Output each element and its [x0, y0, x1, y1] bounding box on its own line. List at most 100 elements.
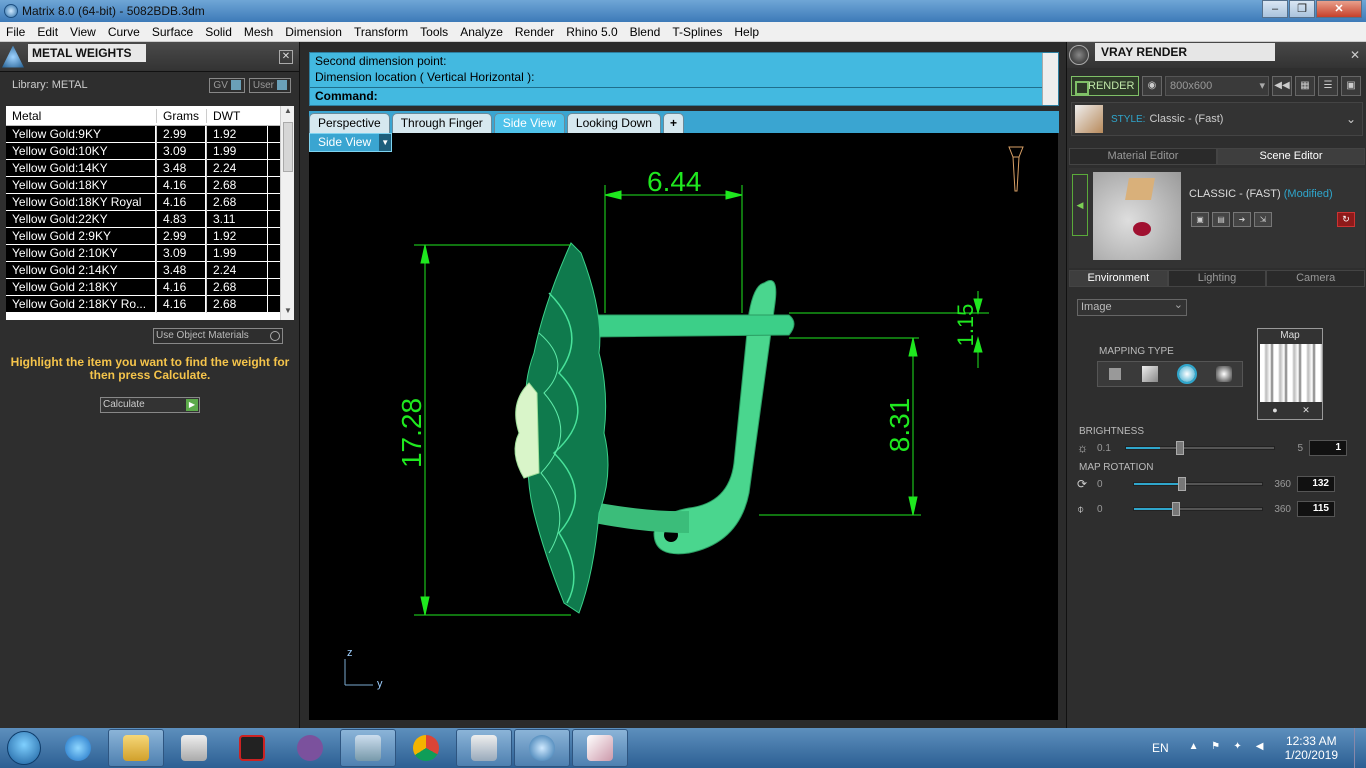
control-panel-icon[interactable] [340, 729, 396, 767]
settings-icon[interactable]: ▦ [1295, 76, 1315, 96]
close-button[interactable]: ✕ [1316, 0, 1362, 18]
tab-perspective[interactable]: Perspective [309, 113, 390, 133]
rewind-icon[interactable]: ◀◀ [1272, 76, 1292, 96]
menu-mesh[interactable]: Mesh [238, 25, 279, 39]
rhino-icon[interactable] [456, 729, 512, 767]
maximize-button[interactable]: ❐ [1289, 0, 1315, 18]
table-row[interactable]: Yellow Gold:14KY 3.48 2.24 [6, 159, 294, 177]
menu-curve[interactable]: Curve [102, 25, 146, 39]
tab-through-finger[interactable]: Through Finger [391, 113, 492, 133]
scroll-thumb[interactable] [283, 122, 293, 172]
import-icon[interactable]: ⇲ [1254, 212, 1272, 227]
panel-close-icon[interactable]: ✕ [279, 49, 293, 64]
planar-icon[interactable] [1108, 368, 1121, 380]
sphere-icon[interactable] [1176, 364, 1197, 384]
clock[interactable]: 12:33 AM 1/20/2019 [1285, 734, 1338, 762]
menu-rhino[interactable]: Rhino 5.0 [560, 25, 623, 39]
reset-icon[interactable]: ↻ [1337, 212, 1355, 227]
volume-icon[interactable]: ◀ [1253, 741, 1267, 755]
add-tab-icon[interactable]: + [662, 113, 684, 133]
garena-icon[interactable] [224, 729, 280, 767]
scroll-down-icon[interactable]: ▼ [281, 306, 294, 320]
menu-edit[interactable]: Edit [31, 25, 64, 39]
matrix-icon[interactable] [514, 729, 570, 767]
rotation-slider-1[interactable]: ⟳ 0 360 132 [1077, 476, 1357, 492]
col-grams[interactable]: Grams [156, 108, 206, 123]
paint-icon[interactable] [572, 729, 628, 767]
gv-toggle[interactable]: GV [209, 77, 245, 93]
save-icon[interactable]: ▣ [1191, 212, 1209, 227]
color-icon[interactable]: ● [1272, 405, 1277, 418]
menu-solid[interactable]: Solid [199, 25, 238, 39]
user-toggle[interactable]: User [248, 77, 291, 93]
tab-looking-down[interactable]: Looking Down [566, 113, 661, 133]
menu-tools[interactable]: Tools [414, 25, 454, 39]
menu-view[interactable]: View [64, 25, 102, 39]
ie-icon[interactable] [50, 729, 106, 767]
menu-render[interactable]: Render [509, 25, 560, 39]
rotation-slider-2[interactable]: ⌽ 0 360 115 [1077, 501, 1357, 517]
table-scrollbar[interactable]: ▲ ▼ [280, 106, 294, 320]
menu-blend[interactable]: Blend [624, 25, 667, 39]
resolution-select[interactable]: 800x600 [1165, 76, 1269, 96]
use-object-materials-option[interactable]: Use Object Materials [153, 328, 283, 344]
menu-analyze[interactable]: Analyze [454, 25, 509, 39]
menu-tsplines[interactable]: T-Splines [666, 25, 728, 39]
menu-help[interactable]: Help [728, 25, 765, 39]
save-as-icon[interactable]: ▤ [1212, 212, 1230, 227]
menu-transform[interactable]: Transform [348, 25, 414, 39]
render-button[interactable]: RENDER [1071, 76, 1139, 96]
cube-icon[interactable] [1141, 366, 1158, 382]
minimize-button[interactable]: – [1262, 0, 1288, 18]
viber-icon[interactable] [282, 729, 338, 767]
side-viewport[interactable]: 6.44 17.28 8.31 1.15 z y Side View ▼ [309, 133, 1058, 720]
table-row[interactable]: Yellow Gold:18KY Royal 4.16 2.68 [6, 193, 294, 211]
remove-icon[interactable]: ✕ [1302, 405, 1310, 418]
show-desktop-button[interactable] [1354, 728, 1366, 768]
environment-sphere-icon[interactable] [1215, 366, 1232, 382]
tab-scene-editor[interactable]: Scene Editor [1217, 148, 1365, 165]
table-row[interactable]: Yellow Gold 2:14KY 3.48 2.24 [6, 261, 294, 279]
globe-icon[interactable]: ◉ [1142, 76, 1162, 96]
table-row[interactable]: Yellow Gold:22KY 4.83 3.11 [6, 210, 294, 228]
menu-surface[interactable]: Surface [146, 25, 199, 39]
network-icon[interactable]: ✦ [1231, 741, 1245, 755]
menu-dimension[interactable]: Dimension [279, 25, 348, 39]
tray-arrow-icon[interactable]: ▲ [1187, 741, 1201, 755]
table-row[interactable]: Yellow Gold:9KY 2.99 1.92 [6, 125, 294, 143]
brightness-slider[interactable]: ☼ 0.1 5 1 [1077, 440, 1357, 456]
environment-type-select[interactable]: Image [1077, 298, 1187, 316]
table-row[interactable]: Yellow Gold 2:18KY Ro... 4.16 2.68 [6, 295, 294, 313]
table-row[interactable]: Yellow Gold 2:10KY 3.09 1.99 [6, 244, 294, 262]
grid-icon[interactable]: ▣ [1341, 76, 1361, 96]
list-icon[interactable]: ☰ [1318, 76, 1338, 96]
scroll-up-icon[interactable]: ▲ [281, 106, 294, 120]
viewport-label-dropdown[interactable]: Side View ▼ [309, 133, 393, 152]
tab-material-editor[interactable]: Material Editor [1069, 148, 1217, 165]
command-scrollbar[interactable] [1042, 53, 1058, 105]
back-arrow-icon[interactable]: ◀ [1072, 174, 1088, 236]
col-metal[interactable]: Metal [6, 109, 156, 123]
export-icon[interactable]: ➜ [1233, 212, 1251, 227]
tab-environment[interactable]: Environment [1069, 270, 1168, 287]
style-select[interactable]: STYLE: Classic - (Fast) ⌄ [1071, 102, 1363, 136]
map-preview[interactable]: Map ● ✕ [1257, 328, 1323, 420]
table-row[interactable]: Yellow Gold 2:9KY 2.99 1.92 [6, 227, 294, 245]
chrome-icon[interactable] [398, 729, 454, 767]
tab-camera[interactable]: Camera [1266, 270, 1366, 287]
table-row[interactable]: Yellow Gold 2:18KY 4.16 2.68 [6, 278, 294, 296]
vray-close-icon[interactable]: ✕ [1350, 48, 1360, 62]
media-player-icon[interactable] [166, 729, 222, 767]
col-dwt[interactable]: DWT [206, 108, 268, 123]
tab-side-view[interactable]: Side View [493, 113, 565, 133]
start-button[interactable] [0, 728, 48, 768]
menu-file[interactable]: File [0, 25, 31, 39]
flag-icon[interactable]: ⚑ [1209, 741, 1223, 755]
tab-lighting[interactable]: Lighting [1167, 270, 1267, 287]
language-indicator[interactable]: EN [1152, 741, 1169, 755]
table-row[interactable]: Yellow Gold:10KY 3.09 1.99 [6, 142, 294, 160]
table-row[interactable]: Yellow Gold:18KY 4.16 2.68 [6, 176, 294, 194]
view-gizmo-icon[interactable] [1008, 146, 1024, 192]
calculate-button[interactable]: Calculate ▶ [100, 397, 200, 413]
explorer-icon[interactable] [108, 729, 164, 767]
